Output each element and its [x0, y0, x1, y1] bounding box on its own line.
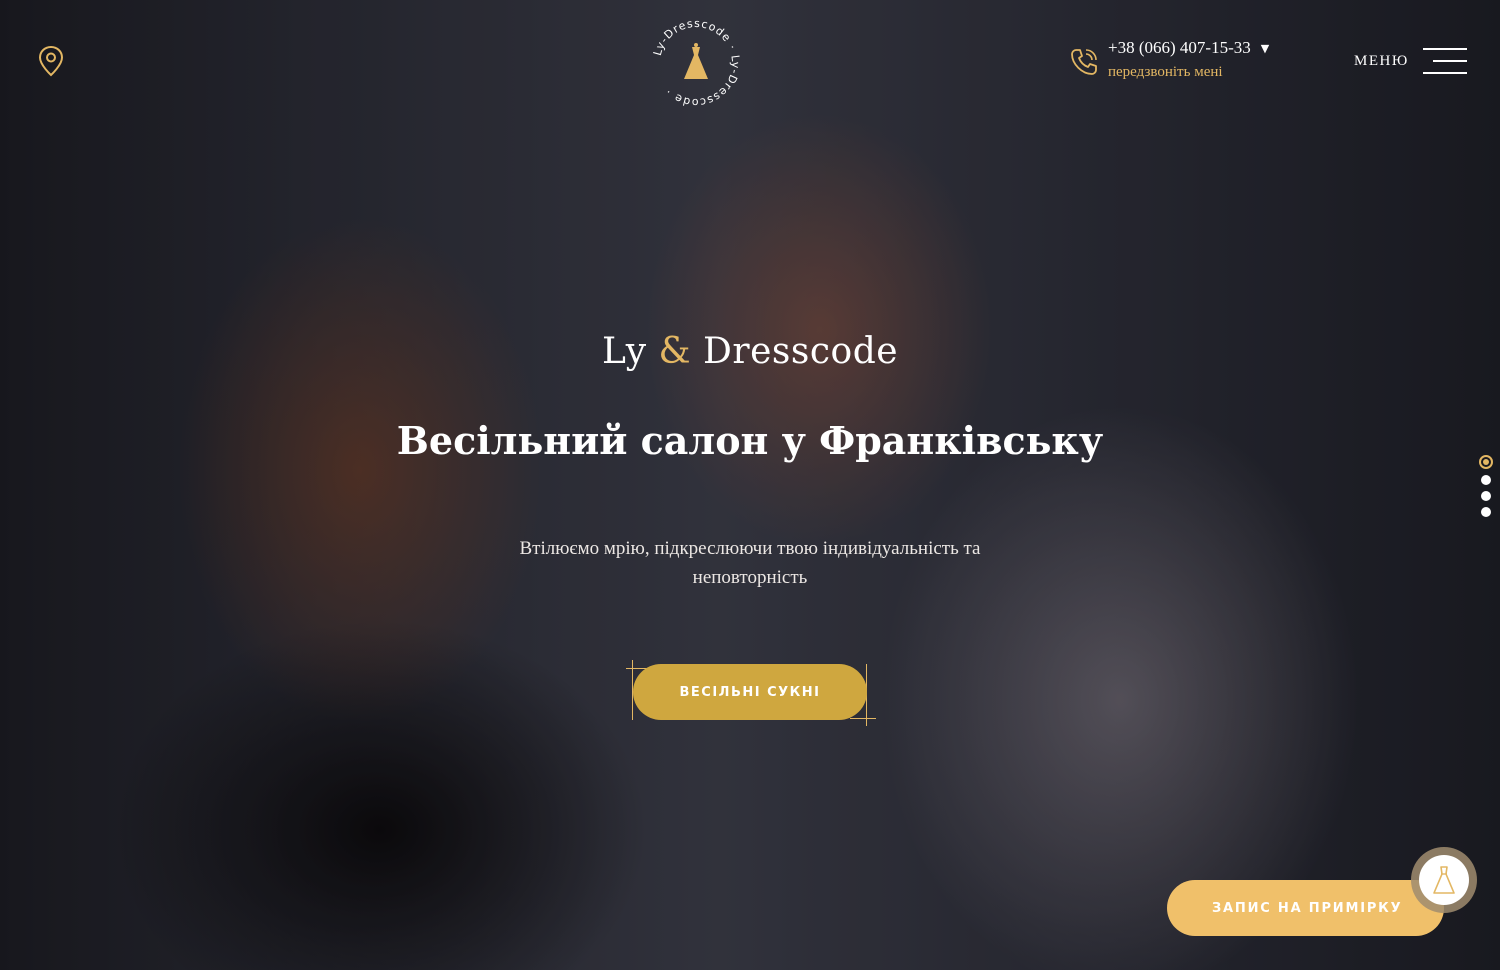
slider-dot-2[interactable] — [1481, 475, 1491, 485]
brand-right: Dresscode — [703, 331, 899, 372]
map-pin-icon[interactable] — [38, 45, 64, 77]
brand-ampersand: & — [658, 331, 692, 372]
brand-name: Ly & Dresscode — [0, 326, 1500, 378]
cta-wrapper: ВЕСІЛЬНІ СУКНІ — [622, 658, 878, 728]
slider-dot-4[interactable] — [1481, 507, 1491, 517]
phone-number[interactable]: +38 (066) 407-15-33 — [1108, 38, 1251, 58]
wedding-dresses-button[interactable]: ВЕСІЛЬНІ СУКНІ — [633, 664, 867, 720]
dress-icon — [1433, 866, 1455, 894]
callback-link[interactable]: передзвоніть мені — [1108, 64, 1269, 81]
page-title: Весільний салон у Франківську — [396, 418, 1104, 463]
phone-block[interactable]: +38 (066) 407-15-33 ▼ передзвоніть мені — [1068, 38, 1269, 81]
hero-content: Ly & Dresscode Весільний салон у Франків… — [0, 326, 1500, 592]
menu-label: МЕНЮ — [1354, 52, 1409, 69]
slider-pagination — [1479, 455, 1493, 517]
corner-decoration — [850, 718, 876, 719]
fitting-badge[interactable] — [1411, 847, 1477, 913]
hero-section: Ly-Dresscode · Ly-Dresscode · +38 (066) … — [0, 0, 1500, 970]
slider-dot-3[interactable] — [1481, 491, 1491, 501]
phone-icon — [1068, 46, 1100, 78]
brand-left: Ly — [601, 331, 647, 372]
hero-subtitle: Втілюємо мрію, підкреслюючи твою індивід… — [519, 538, 981, 588]
menu-button[interactable]: МЕНЮ — [1354, 48, 1467, 74]
slider-dot-1[interactable] — [1479, 455, 1493, 469]
logo[interactable]: Ly-Dresscode · Ly-Dresscode · — [650, 17, 742, 109]
chevron-down-icon[interactable]: ▼ — [1261, 42, 1269, 55]
fitting-button[interactable]: ЗАПИС НА ПРИМІРКУ — [1167, 880, 1444, 936]
hamburger-icon — [1422, 48, 1467, 74]
